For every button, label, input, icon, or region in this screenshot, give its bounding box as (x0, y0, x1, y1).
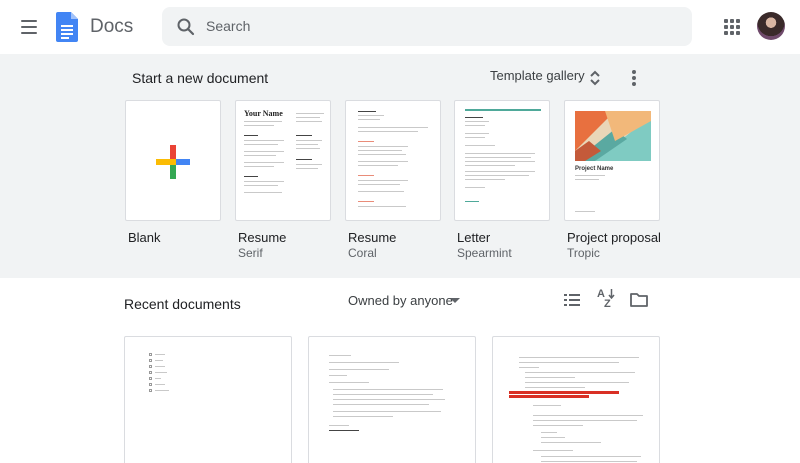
recent-document-card[interactable] (124, 336, 292, 463)
document-preview (149, 353, 189, 393)
template-style: Tropic (567, 246, 600, 260)
file-picker-folder-icon[interactable] (630, 292, 648, 307)
more-options-icon[interactable] (630, 69, 638, 87)
top-bar: Docs (0, 0, 800, 54)
docs-logo-icon[interactable] (56, 12, 78, 42)
owner-filter-dropdown[interactable]: Owned by anyone (348, 293, 453, 308)
document-preview (493, 337, 659, 463)
search-input[interactable] (206, 15, 666, 37)
plus-icon (156, 145, 190, 179)
template-thumbnail[interactable] (454, 100, 550, 221)
template-name: Resume (238, 230, 287, 245)
template-gallery-button[interactable]: Template gallery (490, 68, 585, 83)
template-thumbnail[interactable] (345, 100, 441, 221)
list-view-icon[interactable] (564, 293, 580, 307)
google-apps-icon[interactable] (722, 17, 742, 37)
thumbnail-heading: Your Name (244, 109, 283, 118)
template-thumbnail[interactable] (125, 100, 221, 221)
template-section: Start a new document Template gallery Bl… (0, 54, 800, 278)
docs-home: Docs Start a new document Template galle… (0, 0, 800, 463)
template-name: Letter (457, 230, 491, 245)
tropic-art-image (575, 111, 651, 161)
document-preview (309, 337, 475, 463)
app-name[interactable]: Docs (90, 16, 133, 38)
recent-documents-title: Recent documents (124, 296, 241, 312)
dropdown-arrow-icon[interactable] (450, 298, 460, 303)
account-avatar[interactable] (757, 12, 785, 40)
thumbnail-heading: Project Name (575, 166, 614, 172)
template-thumbnail[interactable]: Your Name (235, 100, 331, 221)
template-style: Serif (238, 246, 263, 260)
sort-az-icon[interactable]: A Z (597, 289, 615, 311)
recent-document-card[interactable] (308, 336, 476, 463)
template-style: Coral (348, 246, 377, 260)
template-name: Project proposal (567, 230, 661, 245)
recent-document-card[interactable] (492, 336, 660, 463)
template-style: Spearmint (457, 246, 512, 260)
main-menu-icon[interactable] (18, 15, 42, 39)
template-name: Blank (128, 230, 161, 245)
section-title: Start a new document (132, 70, 269, 86)
template-name: Resume (348, 230, 397, 245)
search-icon[interactable] (176, 17, 196, 37)
search-bar[interactable] (162, 7, 692, 46)
template-thumbnail[interactable]: Project Name (564, 100, 660, 221)
unfold-more-icon[interactable] (588, 69, 602, 87)
